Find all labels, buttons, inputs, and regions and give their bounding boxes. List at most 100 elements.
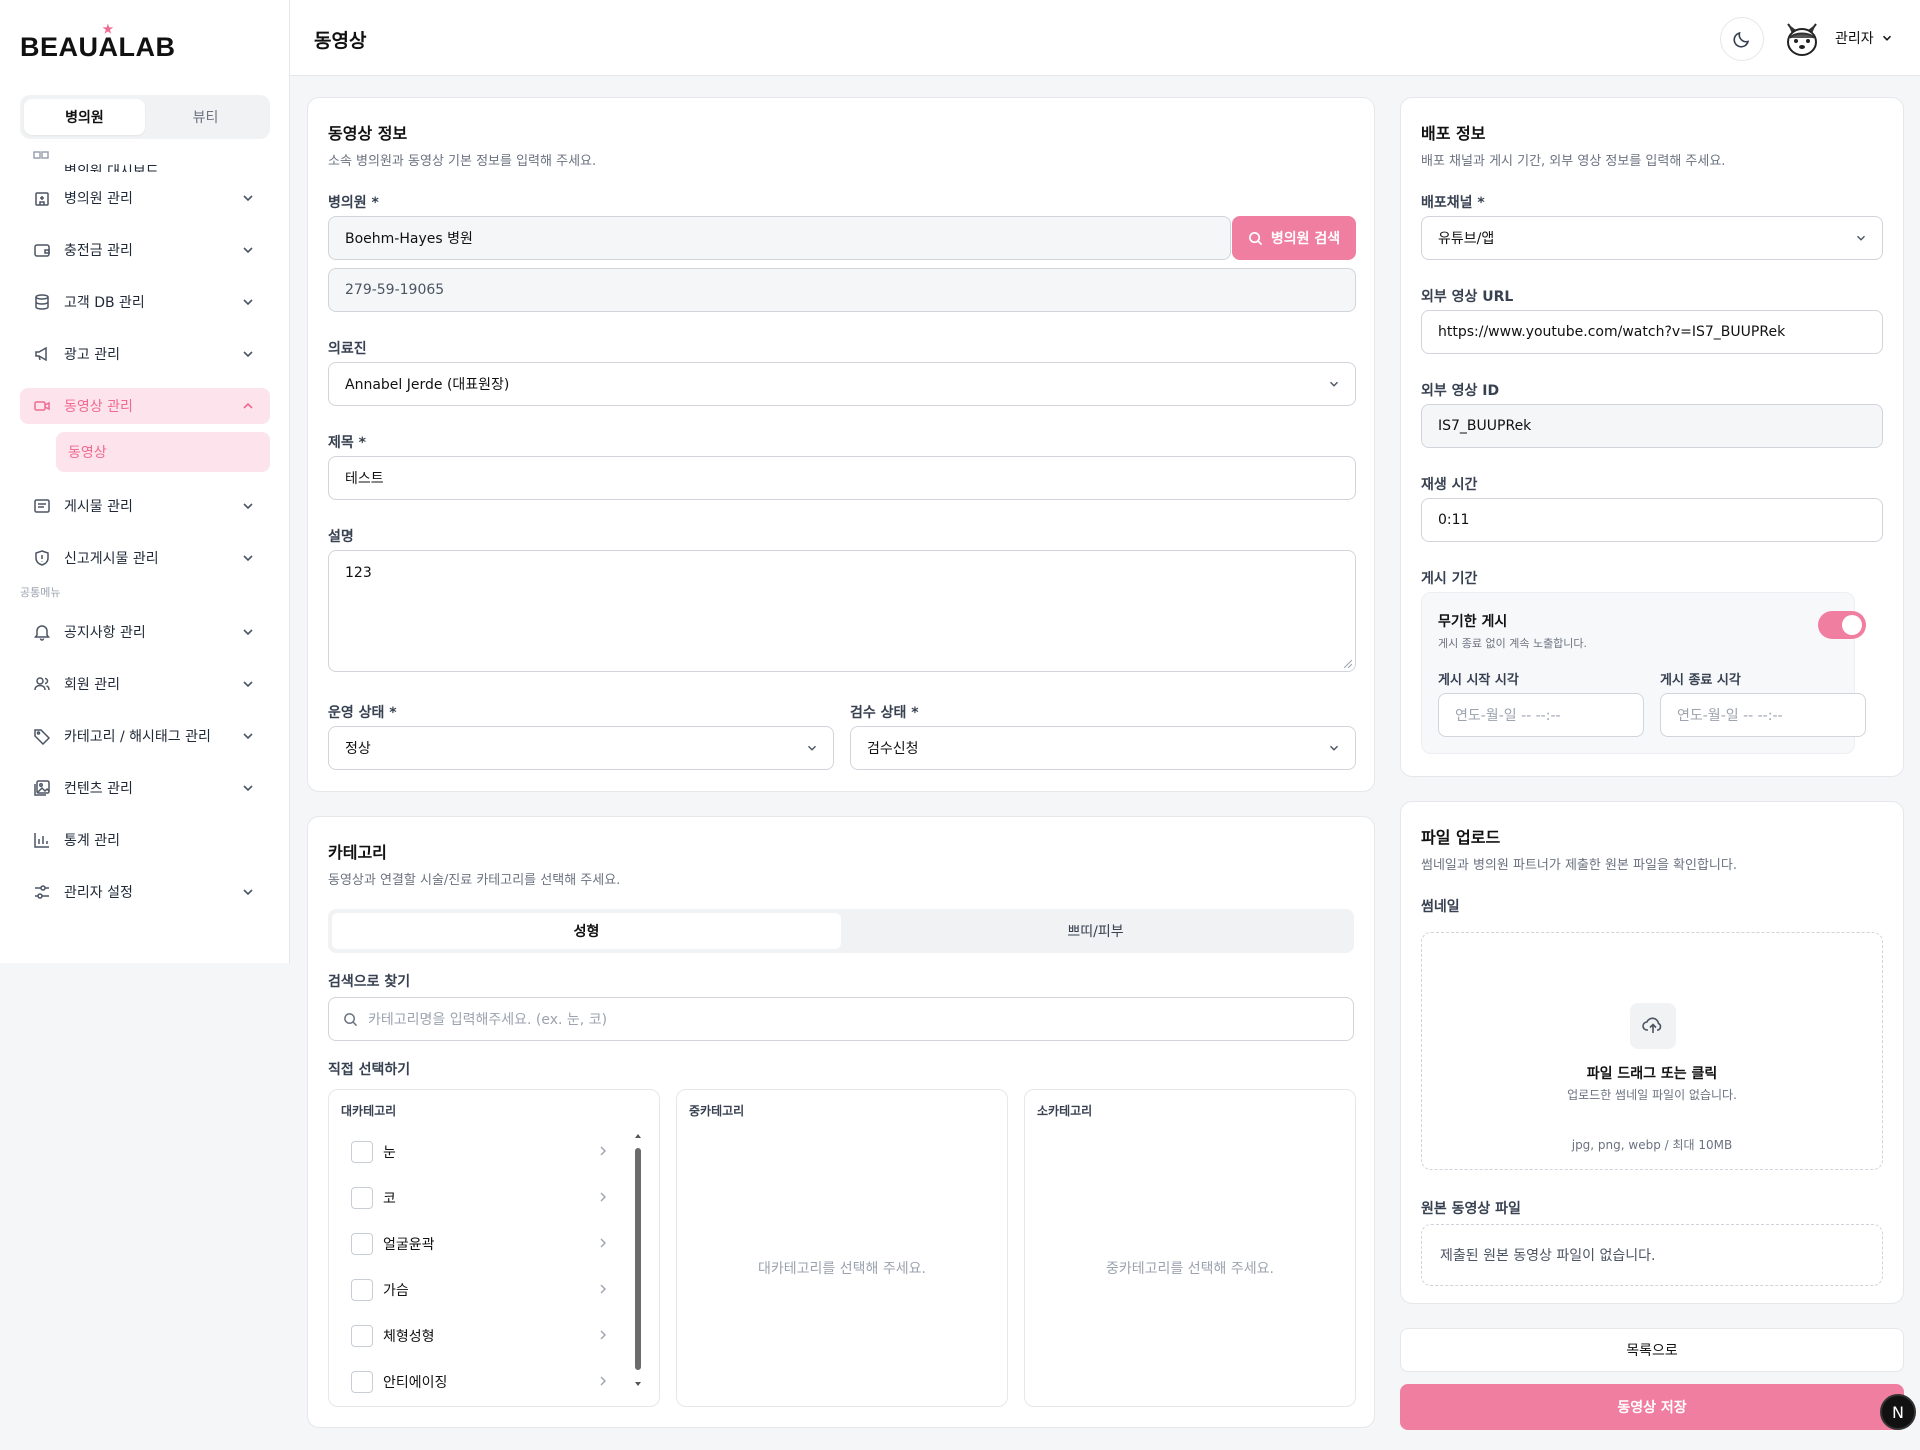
chevron-down-icon [243, 299, 253, 306]
category-label: 체형성형 [383, 1329, 435, 1345]
resize-handle-icon[interactable] [1344, 660, 1352, 668]
unlimited-toggle[interactable] [1818, 611, 1866, 639]
business-number-field: 279-59-19065 [328, 268, 1356, 312]
floating-badge-button[interactable]: N [1880, 1394, 1916, 1430]
scrollbar-thumb[interactable] [635, 1148, 641, 1370]
sidebar-item-notice[interactable]: 공지사항 관리 [20, 614, 270, 650]
video-info-card: 동영상 정보 소속 병의원과 동영상 기본 정보를 입력해 주세요. 병의원 *… [307, 97, 1375, 792]
period-label: 게시 기간 [1421, 571, 1478, 587]
op-status-select[interactable]: 정상 [328, 726, 834, 770]
thumbnail-dropzone[interactable]: 파일 드래그 또는 클릭 업로드한 썸네일 파일이 없습니다. jpg, png… [1421, 932, 1883, 1170]
scrollbar[interactable] [633, 1132, 643, 1388]
scroll-up-icon[interactable] [634, 1132, 642, 1140]
card-title: 배포 정보 [1421, 124, 1486, 143]
sidebar-item-reports[interactable]: 신고게시물 관리 [20, 540, 270, 576]
search-icon [1248, 231, 1263, 245]
sidebar-item-charge[interactable]: 충전금 관리 [20, 232, 270, 268]
start-time-label: 게시 시작 시각 [1438, 673, 1519, 688]
segment-hospital[interactable]: 병의원 [24, 99, 145, 135]
minor-category-column: 소카테고리 중카테고리를 선택해 주세요. [1024, 1089, 1356, 1407]
start-time-input[interactable]: 연도-월-일 -- --:-- [1438, 693, 1644, 737]
checkbox[interactable] [351, 1325, 373, 1347]
back-to-list-button[interactable]: 목록으로 [1400, 1328, 1904, 1372]
external-url-input[interactable]: https://www.youtube.com/watch?v=IS7_BUUP… [1421, 310, 1883, 354]
category-search-input[interactable]: 카테고리명을 입력해주세요. (ex. 눈, 코) [328, 997, 1354, 1041]
description-textarea[interactable]: 123 [328, 550, 1356, 672]
empty-message: 대카테고리를 선택해 주세요. [758, 1261, 926, 1277]
sidebar-item-video[interactable]: 동영상 관리 [20, 388, 270, 424]
sidebar-item-admin-settings[interactable]: 관리자 설정 [20, 874, 270, 910]
doctor-select[interactable]: Annabel Jerde (대표원장) [328, 362, 1356, 406]
checkbox[interactable] [351, 1233, 373, 1255]
sidebar-item-hospital[interactable]: 병의원 관리 [20, 180, 270, 216]
hospital-search-button[interactable]: 병의원 검색 [1232, 216, 1356, 260]
sidebar-item-members[interactable]: 회원 관리 [20, 666, 270, 702]
column-header: 중카테고리 [689, 1104, 745, 1118]
end-time-placeholder: 연도-월-일 -- --:-- [1677, 708, 1783, 724]
save-video-button[interactable]: 동영상 저장 [1400, 1384, 1904, 1430]
shield-icon [32, 548, 52, 568]
sidebar-item-label: 광고 관리 [64, 347, 120, 363]
chevron-down-icon [243, 247, 253, 254]
chevron-right-icon [600, 1376, 606, 1386]
sidebar-nav: 병의원 대시보드 병의원 관리 충전금 관리 고객 DB 관리 광고 관리 동영… [20, 151, 270, 926]
scope-segment: 병의원 뷰티 [20, 95, 270, 139]
list-item[interactable]: 얼굴윤곽 [351, 1232, 621, 1256]
tab-plastic[interactable]: 성형 [332, 913, 841, 949]
upload-cloud-icon [1630, 1003, 1676, 1049]
sidebar-item-ads[interactable]: 광고 관리 [20, 336, 270, 372]
channel-select[interactable]: 유튜브/앱 [1421, 216, 1883, 260]
end-time-input[interactable]: 연도-월-일 -- --:-- [1660, 693, 1866, 737]
sidebar-item-contents[interactable]: 컨텐츠 관리 [20, 770, 270, 806]
theme-toggle-button[interactable] [1720, 17, 1764, 61]
list-item[interactable]: 눈 [351, 1140, 621, 1164]
checkbox[interactable] [351, 1187, 373, 1209]
user-menu[interactable]: 관리자 [1835, 28, 1894, 48]
hospital-icon [32, 188, 52, 208]
list-item[interactable]: 체형성형 [351, 1324, 621, 1348]
sidebar-item-stats[interactable]: 통계 관리 [20, 822, 270, 858]
post-icon [32, 496, 52, 516]
checkbox[interactable] [351, 1141, 373, 1163]
checkbox[interactable] [351, 1371, 373, 1393]
original-file-label: 원본 동영상 파일 [1421, 1201, 1521, 1217]
settings-icon [32, 882, 52, 902]
tab-petit-skin[interactable]: 쁘띠/피부 [841, 913, 1350, 949]
card-title: 동영상 정보 [328, 124, 408, 143]
scroll-down-icon[interactable] [634, 1380, 642, 1388]
wallet-icon [32, 240, 52, 260]
sidebar-item-label: 고객 DB 관리 [64, 295, 145, 311]
chevron-right-icon [600, 1284, 606, 1294]
sidebar-item-label: 충전금 관리 [64, 243, 133, 259]
brand-logo[interactable]: BEAUA ★ LAB [20, 22, 176, 63]
sidebar-group-common: 공통메뉴 [20, 586, 61, 599]
duration-input[interactable]: 0:11 [1421, 498, 1883, 542]
chevron-right-icon [600, 1238, 606, 1248]
list-item[interactable]: 가슴 [351, 1278, 621, 1302]
title-input[interactable]: 테스트 [328, 456, 1356, 500]
distribution-card: 배포 정보 배포 채널과 게시 기간, 외부 영상 정보를 입력해 주세요. 배… [1400, 97, 1904, 777]
checkbox[interactable] [351, 1279, 373, 1301]
category-card: 카테고리 동영상과 연결할 시술/진료 카테고리를 선택해 주세요. 성형 쁘띠… [307, 816, 1375, 1428]
thumbnail-label: 썸네일 [1421, 899, 1460, 915]
list-item[interactable]: 안티에이징 [351, 1370, 621, 1394]
chevron-down-icon [243, 351, 253, 358]
avatar[interactable] [1780, 17, 1824, 61]
review-status-value: 검수신청 [867, 741, 919, 757]
image-icon [32, 778, 52, 798]
sidebar-item-dashboard-clipped[interactable]: 병의원 대시보드 [20, 148, 270, 172]
search-icon [344, 1012, 358, 1026]
dog-avatar-icon [1787, 23, 1817, 56]
topbar: 동영상 관리자 [290, 0, 1920, 76]
sidebar-item-categories[interactable]: 카테고리 / 해시태그 관리 [20, 718, 270, 754]
dashboard-icon [32, 150, 52, 172]
segment-beauty[interactable]: 뷰티 [145, 99, 266, 135]
start-time-placeholder: 연도-월-일 -- --:-- [1455, 708, 1561, 724]
hospital-field[interactable]: Boehm-Hayes 병원 [328, 216, 1231, 260]
list-item[interactable]: 코 [351, 1186, 621, 1210]
sidebar-subitem-video[interactable]: 동영상 [56, 432, 270, 472]
chevron-up-icon [243, 402, 253, 409]
review-status-select[interactable]: 검수신청 [850, 726, 1356, 770]
sidebar-item-customer-db[interactable]: 고객 DB 관리 [20, 284, 270, 320]
sidebar-item-posts[interactable]: 게시물 관리 [20, 488, 270, 524]
